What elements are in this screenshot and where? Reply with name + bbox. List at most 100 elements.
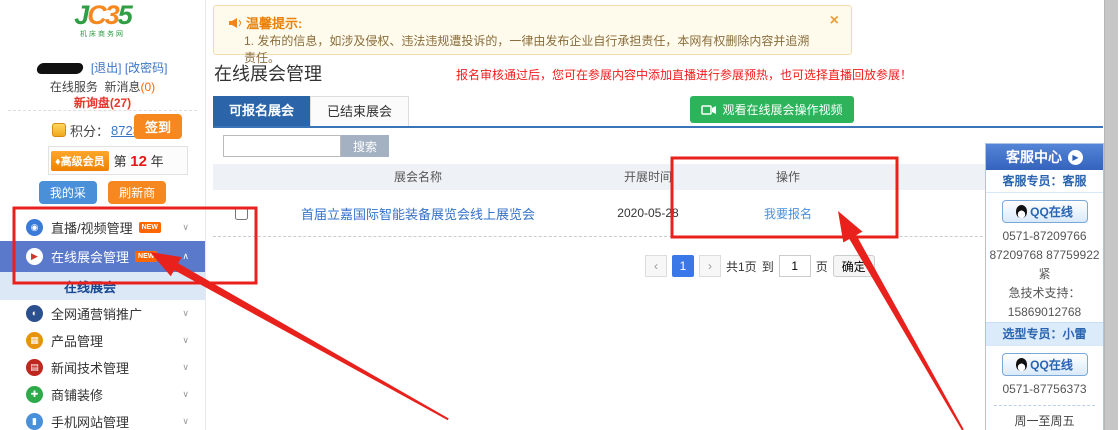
sidebar-item-live-video[interactable]: ◉ 直播/视频管理 NEW ∨ [0, 214, 205, 241]
sidebar-subitem-online-exhibition[interactable]: 在线展会 [0, 272, 205, 300]
tools-icon: ✚ [26, 386, 43, 403]
menu-label: 全网通营销推广 [51, 304, 142, 323]
sidebar-item-product-mgmt[interactable]: ▦ 产品管理 ∨ [0, 327, 205, 354]
chevron-down-icon: ∨ [182, 362, 189, 373]
search-input[interactable] [223, 135, 341, 157]
tab-open-exhibitions[interactable]: 可报名展会 [213, 96, 310, 126]
globe-marketing-icon: ◐ [26, 305, 43, 322]
chevron-down-icon: ∨ [182, 416, 189, 427]
new-message-link[interactable]: 新消息 [105, 80, 141, 94]
header-checkbox-col [213, 164, 253, 190]
points-label: 积分： [70, 121, 109, 140]
site-logo[interactable]: JC35 机床商务网 [0, 2, 205, 38]
megaphone-icon [228, 17, 242, 29]
vip-box: ♦高级会员 第 12 年 [48, 146, 188, 175]
collapse-arrow-icon: ▶ [1068, 150, 1083, 165]
news-icon: ▤ [26, 359, 43, 376]
page-number-input[interactable] [779, 255, 811, 277]
notice-body: 1. 发布的信息，如涉及侵权、违法违规遭投诉的，一律由发布企业自行承担责任，本网… [244, 32, 821, 66]
logo-mark: JC35 [0, 2, 205, 29]
divider [994, 405, 1095, 406]
notice-bar: 温馨提示: 1. 发布的信息，如涉及侵权、违法违规遭投诉的，一律由发布企业自行承… [213, 5, 852, 55]
new-inquiry-link[interactable]: 新询盘(27) [0, 94, 205, 111]
close-icon[interactable]: × [830, 12, 839, 30]
qq-penguin-icon [1016, 358, 1027, 371]
basket-icon: ▦ [26, 332, 43, 349]
qq-online-button[interactable]: QQ在线 [1002, 200, 1088, 223]
main-content: 温馨提示: 1. 发布的信息，如涉及侵权、违法违规遭投诉的，一律由发布企业自行承… [206, 0, 1103, 430]
film-reel-icon: ◉ [26, 219, 43, 236]
logout-link[interactable]: [退出] [91, 61, 122, 75]
menu-label: 商铺装修 [51, 385, 103, 404]
points-row: 积分： 8723 [52, 118, 140, 142]
tab-bar: 可报名展会 已结束展会 [213, 96, 409, 127]
coin-icon [52, 123, 66, 137]
online-service-row: 在线服务 新消息(0) [0, 78, 205, 95]
service-header-title: 客服中心 [1006, 147, 1062, 167]
online-service-link[interactable]: 在线服务 [50, 80, 98, 94]
signin-button[interactable]: 签到 [134, 114, 182, 139]
phone-line: 87209768 87759922 紧 [986, 246, 1103, 284]
search-button[interactable]: 搜索 [341, 135, 389, 157]
search-row: 搜索 [223, 135, 389, 157]
menu-label: 直播/视频管理 [51, 218, 133, 237]
video-camera-icon [701, 104, 717, 116]
phone-line: 急技术支持： [986, 284, 1103, 303]
header-action: 操作 [713, 164, 863, 190]
phone-icon: ▮ [26, 413, 43, 430]
page-unit-label: 页 [816, 258, 828, 275]
divider [8, 110, 197, 111]
service-panel-header[interactable]: 客服中心 ▶ [986, 144, 1103, 170]
menu-label: 手机网站管理 [51, 412, 129, 430]
customer-service-panel: 客服中心 ▶ 客服专员：客服 QQ在线 0571-87209766 872097… [985, 143, 1104, 430]
sidebar: JC35 机床商务网 [退出] [改密码] 在线服务 新消息(0) 新询盘(27… [0, 0, 206, 430]
page-title: 在线展会管理 [214, 60, 322, 86]
tab-underline [213, 126, 1103, 128]
tab-ended-exhibitions[interactable]: 已结束展会 [310, 96, 409, 127]
phone-line: 0571-87756373 [986, 380, 1103, 399]
sidebar-item-shop-decoration[interactable]: ✚ 商铺装修 ∨ [0, 381, 205, 408]
sidebar-menu: ◉ 直播/视频管理 NEW ∨ ▶ 在线展会管理 NEW ∧ 在线展会 ◐ 全网… [0, 214, 205, 430]
chevron-down-icon: ∨ [182, 308, 189, 319]
header-name: 展会名称 [253, 164, 583, 190]
row-checkbox[interactable] [235, 207, 248, 220]
page-scrollbar[interactable] [1104, 0, 1118, 430]
qq-online-button[interactable]: QQ在线 [1002, 353, 1088, 376]
menu-label: 在线展会管理 [51, 247, 129, 266]
total-pages-label: 共1页 [726, 258, 757, 275]
goto-label: 到 [762, 258, 774, 275]
signup-link[interactable]: 我要报名 [764, 207, 812, 221]
menu-label: 新闻技术管理 [51, 358, 129, 377]
change-password-link[interactable]: [改密码] [125, 61, 168, 75]
notice-title: 温馨提示: [228, 13, 302, 32]
table-header: 展会名称 开展时间 操作 [213, 164, 1103, 190]
menu-label: 产品管理 [51, 331, 103, 350]
vip-year-number: 12 [130, 153, 147, 170]
refresh-shop-button[interactable]: 刷新商铺 [108, 181, 166, 204]
sidebar-item-mobile-site[interactable]: ▮ 手机网站管理 ∨ [0, 408, 205, 430]
sidebar-item-online-exhibition-mgmt[interactable]: ▶ 在线展会管理 NEW ∧ [0, 241, 205, 272]
service-agent-label: 客服专员：客服 [986, 170, 1103, 193]
chevron-up-icon: ∧ [182, 251, 189, 262]
new-message-count: (0) [141, 80, 156, 94]
new-badge: NEW [135, 251, 157, 262]
exhibition-name-link[interactable]: 首届立嘉国际智能装备展览会线上展览会 [301, 207, 535, 222]
vip-badge: ♦高级会员 [51, 151, 109, 171]
sidebar-item-news-tech[interactable]: ▤ 新闻技术管理 ∨ [0, 354, 205, 381]
current-page-button[interactable]: 1 [672, 255, 694, 277]
chevron-down-icon: ∨ [182, 335, 189, 346]
phone-line: 15869012768 [986, 303, 1103, 322]
pagination: ‹ 1 › 共1页 到 页 确定 [645, 255, 875, 277]
exhibition-table: 展会名称 开展时间 操作 首届立嘉国际智能装备展览会线上展览会 2020-05-… [213, 164, 1103, 237]
sidebar-item-marketing[interactable]: ◐ 全网通营销推广 ∨ [0, 300, 205, 327]
my-purchase-button[interactable]: 我的采购 [39, 181, 97, 204]
selection-agent-label: 选型专员：小雷 [986, 322, 1103, 346]
next-page-button[interactable]: › [699, 255, 721, 277]
new-badge: NEW [139, 222, 161, 233]
schedule-line: 周一至周五 [986, 412, 1103, 430]
watch-video-button[interactable]: 观看在线展会操作视频 [690, 96, 854, 123]
confirm-page-button[interactable]: 确定 [833, 255, 875, 277]
prev-page-button[interactable]: ‹ [645, 255, 667, 277]
exhibition-date: 2020-05-28 [583, 206, 713, 220]
signup-tip-text: 报名审核通过后，您可在参展内容中添加直播进行参展预热，也可选择直播回放参展！ [456, 66, 912, 83]
